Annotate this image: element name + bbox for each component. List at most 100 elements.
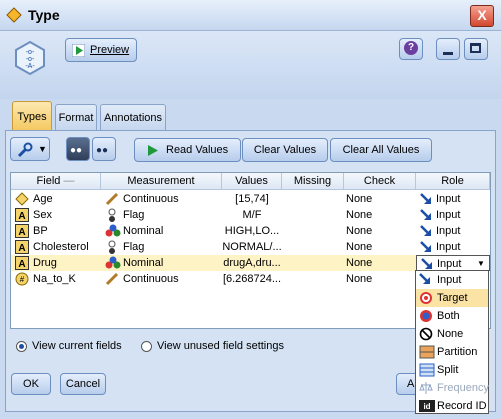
check-cell[interactable]: None (344, 223, 418, 239)
field-cell[interactable]: A BP (11, 223, 101, 239)
role-option-both[interactable]: Both (416, 307, 488, 325)
role-dropdown-menu: Input Target Both None Partition Split Frequen… (415, 270, 489, 414)
close-button[interactable]: X (470, 5, 494, 27)
read-values-button[interactable]: Read Values (134, 138, 241, 162)
title-bar: Type X (0, 0, 501, 31)
measurement-cell[interactable]: Continuous (101, 191, 222, 207)
role-option-label: Target (437, 292, 468, 304)
tab-annotations[interactable]: Annotations (100, 104, 166, 130)
missing-cell[interactable] (282, 255, 344, 271)
table-row[interactable]: Age Continuous [15,74] None Input (11, 191, 490, 207)
role-cell[interactable]: Input ▼ (416, 255, 490, 271)
values-cell[interactable]: [15,74] (222, 191, 282, 207)
clear-values-button[interactable]: Clear Values (242, 138, 328, 162)
role-cell[interactable]: Input (416, 239, 490, 255)
role-cell[interactable]: Input (416, 223, 490, 239)
role-option-input[interactable]: Input (416, 271, 488, 289)
role-option-target[interactable]: Target (416, 289, 488, 307)
field-cell[interactable]: A Sex (11, 207, 101, 223)
check-cell[interactable]: None (344, 191, 418, 207)
svg-text:A: A (18, 227, 25, 238)
field-name: Sex (33, 209, 52, 221)
measurement-cell[interactable]: Continuous (101, 271, 222, 287)
missing-cell[interactable] (282, 271, 344, 287)
role-option-frequency[interactable]: Frequency (416, 379, 489, 397)
field-cell[interactable]: Age (11, 191, 101, 207)
tab-types[interactable]: Types (12, 101, 52, 131)
clear-all-values-button[interactable]: Clear All Values (330, 138, 432, 162)
field-name: Drug (33, 257, 57, 269)
measurement-value: Nominal (123, 225, 164, 237)
clear-all-values-label: Clear All Values (342, 144, 420, 156)
view-unused-fields-radio[interactable] (141, 341, 152, 352)
view-current-fields-radio[interactable] (16, 341, 27, 352)
measurement-cell[interactable]: Flag (101, 207, 222, 223)
ruler-icon (105, 192, 119, 207)
role-option-record-id[interactable]: id Record ID (416, 397, 488, 415)
role-option-none[interactable]: None (416, 325, 488, 343)
column-header-field[interactable]: Field — (11, 173, 101, 190)
preview-button[interactable]: Preview (65, 38, 137, 62)
table-row[interactable]: A Drug Nominal drugA,dru... None Input ▼ (11, 255, 490, 271)
check-cell[interactable]: None (344, 255, 418, 271)
tools-dropdown-button[interactable]: ▼ (10, 137, 50, 161)
check-cell[interactable]: None (344, 271, 418, 287)
values-cell[interactable]: [6.268724... (222, 271, 282, 287)
view-current-fields-label[interactable]: View current fields (32, 340, 122, 352)
field-cell[interactable]: A Drug (11, 255, 101, 271)
column-header-role[interactable]: Role (416, 173, 490, 190)
tab-format[interactable]: Format (55, 104, 97, 130)
table-row[interactable]: A Sex Flag M/F None Input (11, 207, 490, 223)
nominal-icon (105, 224, 121, 239)
table-row[interactable]: A Cholesterol Flag NORMAL/... None Input (11, 239, 490, 255)
measurement-cell[interactable]: Nominal (101, 223, 222, 239)
clear-values-label: Clear Values (253, 144, 317, 156)
missing-cell[interactable] (282, 207, 344, 223)
missing-cell[interactable] (282, 223, 344, 239)
sort-icon: — (60, 175, 75, 187)
field-cell[interactable]: A Cholesterol (11, 239, 101, 255)
role-cell[interactable]: Input (416, 207, 490, 223)
show-fields-toggle[interactable]: ●● (66, 137, 90, 161)
column-header-check[interactable]: Check (344, 173, 416, 190)
values-cell[interactable]: HIGH,LO... (222, 223, 282, 239)
view-unused-fields-label[interactable]: View unused field settings (157, 340, 284, 352)
measurement-cell[interactable]: Nominal (101, 255, 222, 271)
role-cell[interactable]: Input (416, 191, 490, 207)
role-input-icon (420, 241, 432, 255)
missing-cell[interactable] (282, 191, 344, 207)
column-header-values[interactable]: Values (222, 173, 282, 190)
hide-fields-toggle[interactable]: ●● (92, 137, 116, 161)
minimize-button[interactable] (436, 38, 460, 60)
role-option-split[interactable]: Split (416, 361, 488, 379)
ruler-icon (105, 272, 119, 287)
record-id-icon: id (419, 399, 435, 419)
string-field-icon: A (15, 240, 29, 255)
column-header-measurement[interactable]: Measurement (101, 173, 222, 190)
role-option-partition[interactable]: Partition (416, 343, 488, 361)
help-button[interactable]: ? (399, 38, 423, 60)
glasses-icon: ●● (70, 145, 83, 156)
check-cell[interactable]: None (344, 239, 418, 255)
values-cell[interactable]: M/F (222, 207, 282, 223)
table-row[interactable]: A BP Nominal HIGH,LO... None Input (11, 223, 490, 239)
string-field-icon: A (15, 224, 29, 239)
role-option-label: Partition (437, 346, 478, 358)
values-cell[interactable]: NORMAL/... (222, 239, 282, 255)
svg-text:-o-: -o- (26, 56, 35, 63)
field-cell[interactable]: # Na_to_K (11, 271, 101, 287)
values-cell[interactable]: drugA,dru... (222, 255, 282, 271)
role-option-label: Both (437, 310, 460, 322)
check-cell[interactable]: None (344, 207, 418, 223)
real-field-icon: # (15, 272, 29, 287)
measurement-cell[interactable]: Flag (101, 239, 222, 255)
column-header-missing[interactable]: Missing (282, 173, 344, 190)
svg-text:id: id (423, 402, 430, 411)
help-icon: ? (404, 41, 418, 55)
role-input-icon (420, 225, 432, 239)
cancel-button[interactable]: Cancel (60, 373, 106, 395)
maximize-button[interactable] (464, 38, 488, 60)
missing-cell[interactable] (282, 239, 344, 255)
ok-button[interactable]: OK (11, 373, 51, 395)
chevron-down-icon: ▼ (477, 259, 485, 268)
